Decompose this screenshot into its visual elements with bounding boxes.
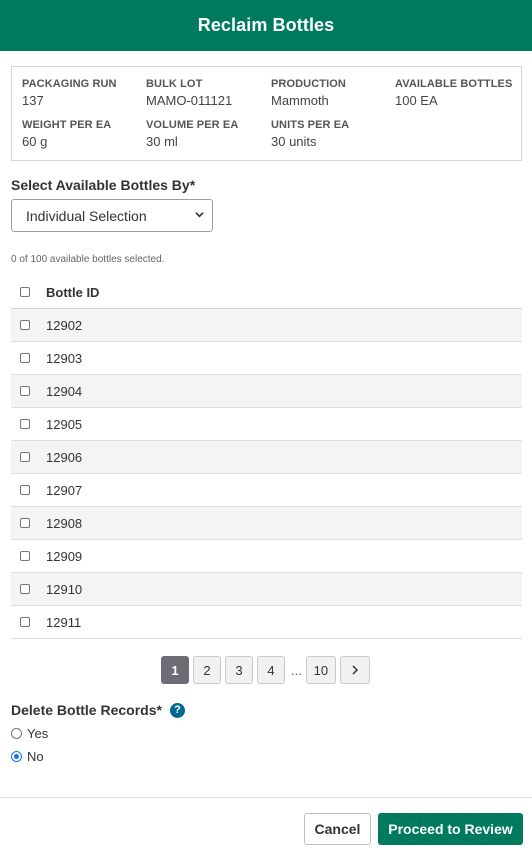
table-row: 12905 bbox=[11, 408, 522, 441]
info-label: Bulk Lot bbox=[146, 78, 203, 90]
info-label: Packaging Run bbox=[22, 78, 117, 90]
table-row: 12909 bbox=[11, 540, 522, 573]
table-row: 12903 bbox=[11, 342, 522, 375]
info-label: Production bbox=[271, 78, 346, 90]
info-units-per-ea: Units Per EA 30 units bbox=[271, 119, 349, 150]
modal-header: Reclaim Bottles bbox=[0, 0, 532, 51]
row-checkbox[interactable] bbox=[20, 518, 30, 528]
selection-count: 0 of 100 available bottles selected. bbox=[11, 254, 165, 265]
radio-no-button[interactable] bbox=[11, 751, 22, 762]
info-bulk-lot: Bulk Lot MAMO-011121 bbox=[146, 78, 232, 109]
info-label: Weight Per EA bbox=[22, 119, 112, 131]
bottle-id-cell: 12902 bbox=[46, 317, 83, 333]
bottle-id-cell: 12904 bbox=[46, 383, 83, 399]
info-value: MAMO-011121 bbox=[146, 93, 233, 108]
bottle-id-cell: 12907 bbox=[46, 482, 83, 498]
chevron-down-icon bbox=[195, 212, 204, 218]
help-icon[interactable]: ? bbox=[169, 702, 185, 718]
row-checkbox[interactable] bbox=[20, 452, 30, 462]
table-row: 12902 bbox=[11, 309, 522, 342]
radio-no-label: No bbox=[27, 749, 44, 764]
table-row: 12910 bbox=[11, 573, 522, 606]
info-value: Mammoth bbox=[271, 93, 329, 108]
select-by-label: Select Available Bottles By* bbox=[11, 177, 196, 193]
bottle-id-cell: 12906 bbox=[46, 449, 83, 465]
radio-yes-label: Yes bbox=[27, 726, 49, 741]
info-value: 30 ml bbox=[146, 134, 178, 149]
page-button-1[interactable]: 1 bbox=[161, 656, 189, 684]
radio-yes-button[interactable] bbox=[11, 728, 22, 739]
bottle-id-cell: 12909 bbox=[46, 548, 83, 564]
bottle-id-cell: 12905 bbox=[46, 416, 83, 432]
page-button-2[interactable]: 2 bbox=[193, 656, 221, 684]
bottles-table: Bottle ID 12902 12903 12904 12905 12906 … bbox=[11, 276, 522, 639]
info-value: 60 g bbox=[22, 134, 48, 149]
row-checkbox[interactable] bbox=[20, 617, 30, 627]
table-row: 12911 bbox=[11, 606, 522, 639]
info-value: 100 EA bbox=[395, 93, 438, 108]
proceed-to-review-button[interactable]: Proceed to Review bbox=[378, 813, 523, 845]
table-header: Bottle ID bbox=[11, 276, 522, 309]
info-panel: Packaging Run 137 Bulk Lot MAMO-011121 P… bbox=[11, 66, 522, 161]
page-button-last[interactable]: 10 bbox=[305, 656, 336, 684]
delete-records-label-text: Delete Bottle Records* bbox=[11, 702, 162, 718]
page-button-4[interactable]: 4 bbox=[257, 656, 285, 684]
bottle-id-cell: 12903 bbox=[46, 350, 83, 366]
bottle-id-cell: 12908 bbox=[46, 515, 83, 531]
next-page-button[interactable] bbox=[339, 656, 370, 684]
pagination: 1 2 3 4 ... 10 bbox=[161, 656, 374, 684]
delete-records-label: Delete Bottle Records* ? bbox=[11, 702, 185, 718]
modal-title: Reclaim Bottles bbox=[197, 15, 335, 35]
row-checkbox[interactable] bbox=[20, 386, 30, 396]
row-checkbox[interactable] bbox=[20, 584, 30, 594]
info-available-bottles: Available Bottles 100 EA bbox=[395, 78, 512, 109]
bottle-id-cell: 12910 bbox=[46, 581, 83, 597]
bottle-id-cell: 12911 bbox=[46, 614, 82, 630]
cancel-button[interactable]: Cancel bbox=[304, 813, 371, 845]
column-header-bottle-id: Bottle ID bbox=[46, 284, 100, 300]
info-label: Available Bottles bbox=[395, 78, 513, 90]
radio-no[interactable]: No bbox=[11, 749, 44, 764]
radio-yes[interactable]: Yes bbox=[11, 726, 48, 741]
table-row: 12906 bbox=[11, 441, 522, 474]
select-all-checkbox[interactable] bbox=[20, 287, 30, 297]
info-volume-per-ea: Volume Per EA 30 ml bbox=[146, 119, 238, 150]
info-packaging-run: Packaging Run 137 bbox=[22, 78, 117, 109]
table-row: 12904 bbox=[11, 375, 522, 408]
row-checkbox[interactable] bbox=[20, 551, 30, 561]
row-checkbox[interactable] bbox=[20, 485, 30, 495]
page-button-3[interactable]: 3 bbox=[225, 656, 253, 684]
row-checkbox[interactable] bbox=[20, 353, 30, 363]
info-production: Production Mammoth bbox=[271, 78, 346, 109]
table-row: 12907 bbox=[11, 474, 522, 507]
row-checkbox[interactable] bbox=[20, 419, 30, 429]
table-row: 12908 bbox=[11, 507, 522, 540]
footer-divider bbox=[0, 797, 532, 798]
info-label: Units Per EA bbox=[271, 119, 350, 131]
select-by-value: Individual Selection bbox=[26, 207, 147, 224]
select-by-dropdown[interactable]: Individual Selection bbox=[11, 199, 213, 232]
info-weight-per-ea: Weight Per EA 60 g bbox=[22, 119, 111, 150]
page-ellipsis: ... bbox=[291, 662, 302, 678]
info-value: 137 bbox=[22, 93, 44, 108]
info-label: Volume Per EA bbox=[146, 119, 239, 131]
chevron-right-icon bbox=[352, 665, 358, 675]
row-checkbox[interactable] bbox=[20, 320, 30, 330]
info-value: 30 units bbox=[271, 134, 317, 149]
